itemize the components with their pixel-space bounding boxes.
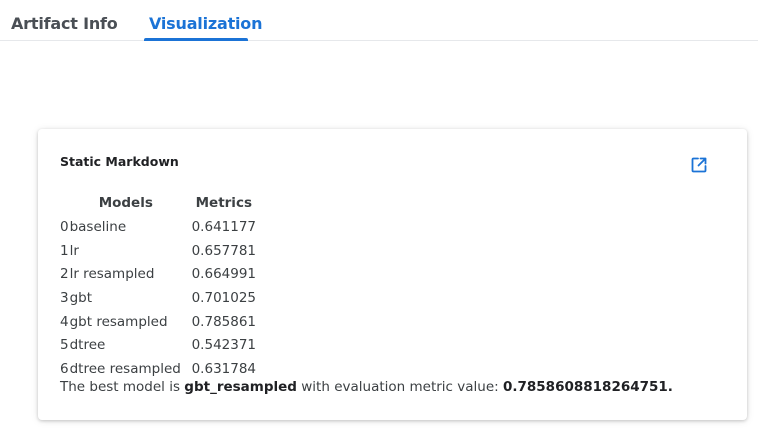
markdown-card: Static Markdown Models Metrics 0 baseline… [38, 129, 747, 420]
header-metrics: Metrics [195, 195, 252, 211]
table-row: 1 lr 0.657781 [60, 239, 256, 263]
open-in-new-icon [691, 157, 707, 173]
table-row: 2 lr resampled 0.664991 [60, 262, 256, 286]
card-title: Static Markdown [60, 154, 179, 169]
row-index: 6 [60, 360, 69, 377]
row-model: dtree resampled [69, 360, 181, 377]
summary-prefix: The best model is [60, 379, 185, 395]
row-index: 2 [60, 266, 69, 283]
row-model: gbt resampled [69, 313, 168, 330]
row-index: 3 [60, 289, 69, 306]
row-metric: 0.785861 [191, 313, 257, 330]
table-row: 6 dtree resampled 0.631784 [60, 357, 256, 381]
row-model: dtree [69, 337, 106, 354]
row-model: lr [69, 242, 79, 259]
table-row: 4 gbt resampled 0.785861 [60, 310, 256, 334]
table-body: 0 baseline 0.641177 1 lr 0.657781 2 lr resample… [60, 215, 256, 381]
row-metric: 0.631784 [191, 360, 257, 377]
row-metric: 0.641177 [191, 218, 257, 235]
row-index: 4 [60, 313, 69, 330]
row-metric: 0.701025 [191, 289, 257, 306]
best-model-summary: The best model is gbt_resampled with eva… [60, 379, 673, 395]
row-model: lr resampled [69, 266, 155, 283]
tab-visualization[interactable]: Visualization [149, 14, 262, 33]
row-index: 0 [60, 218, 69, 235]
summary-middle: with evaluation metric value: [296, 379, 503, 395]
row-model: gbt [69, 289, 93, 306]
tab-artifact-info[interactable]: Artifact Info [11, 14, 118, 33]
tab-bar: Artifact Info Visualization [0, 0, 758, 41]
models-metrics-table: Models Metrics 0 baseline 0.641177 1 lr 0.657… [60, 191, 256, 381]
table-row: 0 baseline 0.641177 [60, 215, 256, 239]
summary-metric-value: 0.7858608818264751. [502, 379, 673, 395]
summary-best-model: gbt_resampled [184, 379, 297, 395]
table-row: 5 dtree 0.542371 [60, 333, 256, 357]
header-models: Models [98, 195, 153, 211]
row-metric: 0.657781 [191, 242, 257, 259]
row-metric: 0.542371 [191, 337, 257, 354]
open-in-new-button[interactable] [689, 155, 709, 175]
table-row: 3 gbt 0.701025 [60, 286, 256, 310]
row-model: baseline [69, 218, 127, 235]
row-metric: 0.664991 [191, 266, 257, 283]
row-index: 5 [60, 337, 69, 354]
table-header-row: Models Metrics [60, 191, 256, 215]
row-index: 1 [60, 242, 69, 259]
active-tab-indicator [144, 38, 248, 41]
